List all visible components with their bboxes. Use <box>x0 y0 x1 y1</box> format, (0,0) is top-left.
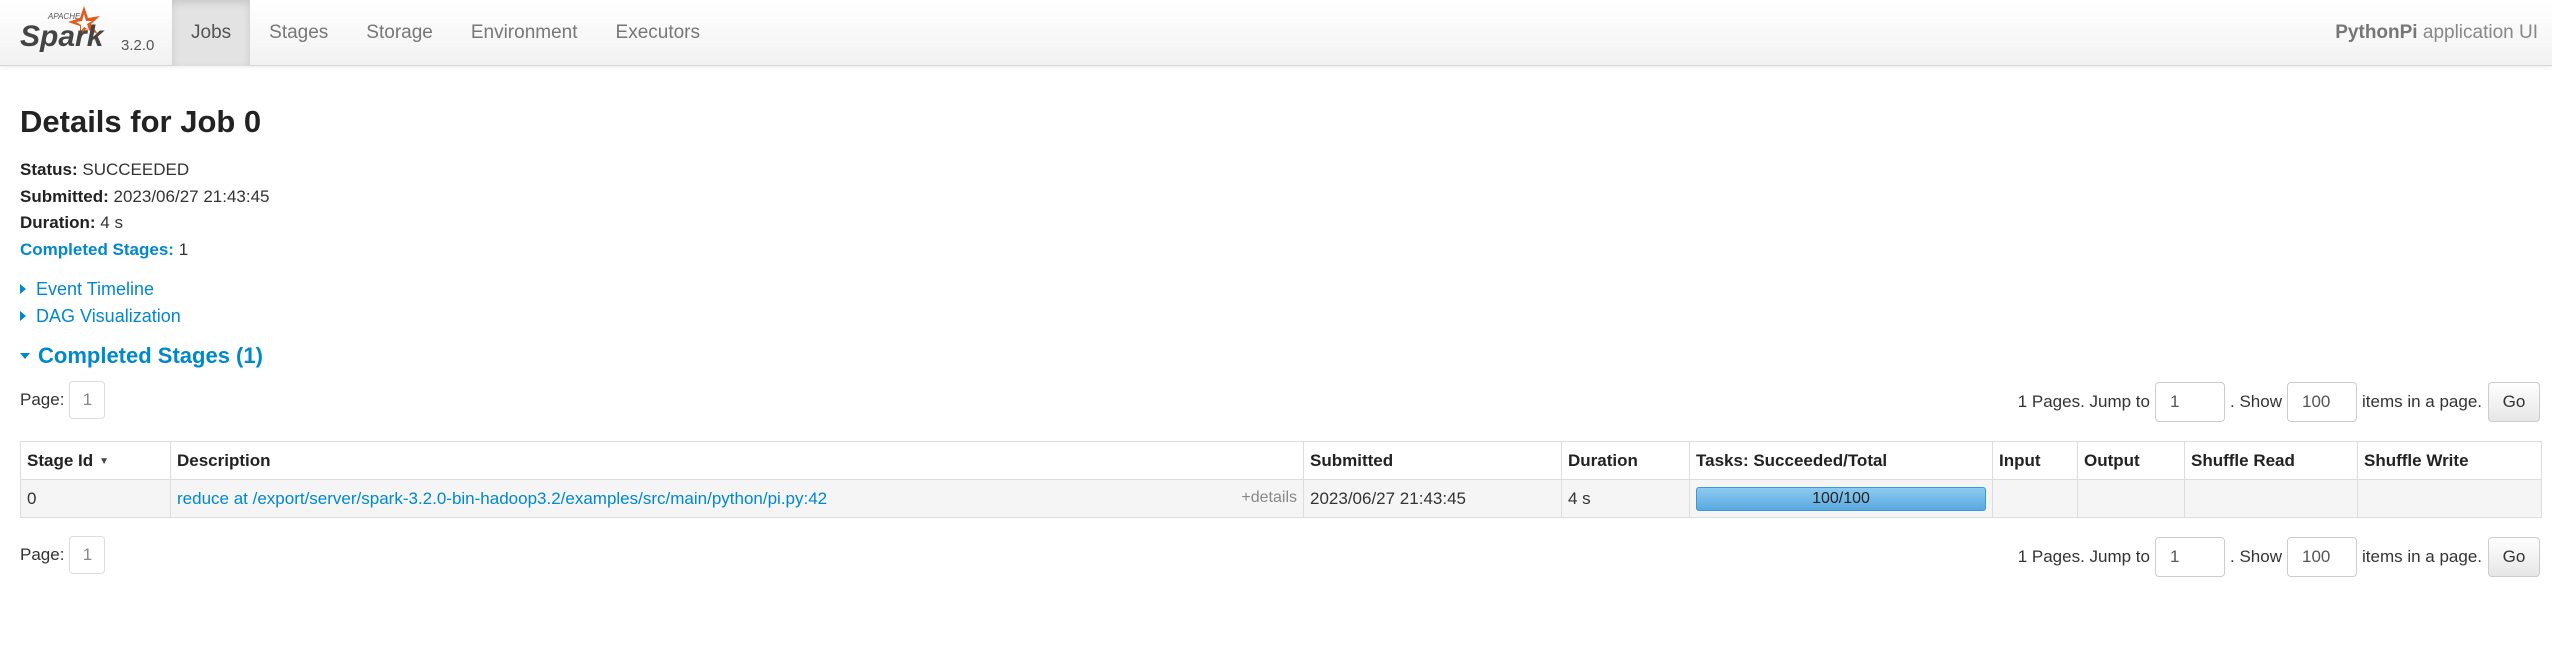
table-row: 0 reduce at /export/server/spark-3.2.0-b… <box>20 479 2542 518</box>
header-description[interactable]: Description <box>170 441 1304 480</box>
cell-duration: 4 s <box>1561 479 1690 518</box>
tasks-progress-text: 100/100 <box>1812 489 1870 507</box>
go-button[interactable]: Go <box>2488 382 2540 422</box>
section-title: Completed Stages (1) <box>38 343 263 368</box>
items-text: items in a page. <box>2361 547 2482 566</box>
tab-executors[interactable]: Executors <box>597 0 719 66</box>
pagination-bottom: Page: 1 <box>20 536 106 574</box>
status-label: Status: <box>20 160 78 179</box>
page-1-button[interactable]: 1 <box>69 536 106 574</box>
pages-text: 1 Pages. Jump to <box>2017 392 2150 411</box>
stages-table: Stage Id ▼ Description Submitted Duration… <box>20 441 2542 518</box>
duration-line: Duration: 4 s <box>20 210 270 237</box>
duration-value: 4 s <box>100 213 123 232</box>
spark-logo[interactable]: APACHE Spark 3.2.0 <box>18 2 168 62</box>
header-duration[interactable]: Duration <box>1561 441 1690 480</box>
nav-tabs: Jobs Stages Storage Environment Executor… <box>172 0 719 66</box>
event-timeline-label: Event Timeline <box>36 279 155 299</box>
caret-right-icon <box>20 311 26 321</box>
cell-tasks: 100/100 <box>1689 479 1993 518</box>
header-stage-id-label: Stage Id <box>27 450 94 470</box>
page-controls-top: 1 Pages. Jump to 1 . Show 100 items in a… <box>2018 382 2540 422</box>
completed-stages-line: Completed Stages: 1 <box>20 237 270 264</box>
cell-input <box>1992 479 2078 518</box>
header-tasks[interactable]: Tasks: Succeeded/Total <box>1689 441 1993 480</box>
stage-description-link[interactable]: reduce at /export/server/spark-3.2.0-bin… <box>177 489 827 508</box>
completed-stages-link[interactable]: Completed Stages: <box>20 240 174 259</box>
page-size-input[interactable]: 100 <box>2286 537 2357 577</box>
page-1-button[interactable]: 1 <box>69 381 106 419</box>
header-output[interactable]: Output <box>2077 441 2185 480</box>
completed-stages-header[interactable]: Completed Stages (1) <box>20 343 263 369</box>
jump-to-page-input[interactable]: 1 <box>2155 537 2225 577</box>
header-shuffle-write[interactable]: Shuffle Write <box>2357 441 2542 480</box>
cell-output <box>2077 479 2185 518</box>
tab-stages[interactable]: Stages <box>250 0 347 66</box>
header-submitted[interactable]: Submitted <box>1303 441 1562 480</box>
table-header-row: Stage Id ▼ Description Submitted Duration… <box>20 441 2542 480</box>
application-name: PythonPi application UI <box>2335 0 2538 66</box>
page-label: Page: <box>20 545 65 564</box>
caret-right-icon <box>20 284 26 294</box>
page-size-input[interactable]: 100 <box>2286 382 2357 422</box>
event-timeline-toggle[interactable]: Event Timeline <box>20 279 154 300</box>
cell-shuffle-read <box>2184 479 2358 518</box>
job-summary: Status: SUCCEEDED Submitted: 2023/06/27 … <box>20 157 270 263</box>
tasks-progress-bar: 100/100 <box>1696 486 1986 511</box>
cell-description: reduce at /export/server/spark-3.2.0-bin… <box>170 479 1304 518</box>
duration-label: Duration: <box>20 213 96 232</box>
dag-visualization-toggle[interactable]: DAG Visualization <box>20 306 181 327</box>
status-value: SUCCEEDED <box>82 160 190 179</box>
tab-storage[interactable]: Storage <box>347 0 452 66</box>
pagination-top: Page: 1 <box>20 381 106 419</box>
completed-stages-value: 1 <box>178 239 189 259</box>
sort-desc-icon: ▼ <box>99 455 110 467</box>
pages-text: 1 Pages. Jump to <box>2017 547 2150 566</box>
spark-version: 3.2.0 <box>121 37 155 54</box>
status-line: Status: SUCCEEDED <box>20 157 270 184</box>
show-text: . Show <box>2230 547 2282 566</box>
header-shuffle-read[interactable]: Shuffle Read <box>2184 441 2358 480</box>
spark-wordmark: Spark <box>20 20 105 53</box>
cell-shuffle-write <box>2357 479 2542 518</box>
show-text: . Show <box>2230 392 2282 411</box>
cell-stage-id: 0 <box>20 479 171 518</box>
submitted-line: Submitted: 2023/06/27 21:43:45 <box>20 184 270 211</box>
page-title: Details for Job 0 <box>20 104 262 139</box>
tab-environment[interactable]: Environment <box>452 0 597 66</box>
cell-submitted: 2023/06/27 21:43:45 <box>1303 479 1562 518</box>
submitted-label: Submitted: <box>20 186 109 206</box>
top-navbar: APACHE Spark 3.2.0 Jobs Stages Storage E… <box>0 0 2552 66</box>
app-name-suffix: application UI <box>2417 22 2538 43</box>
jump-to-page-input[interactable]: 1 <box>2155 382 2225 422</box>
go-button[interactable]: Go <box>2488 537 2540 577</box>
details-toggle[interactable]: +details <box>1241 489 1297 507</box>
header-stage-id[interactable]: Stage Id ▼ <box>20 441 171 480</box>
app-name-bold: PythonPi <box>2335 22 2418 43</box>
tab-jobs[interactable]: Jobs <box>172 0 251 66</box>
caret-down-icon <box>20 353 30 359</box>
submitted-value: 2023/06/27 21:43:45 <box>113 186 270 206</box>
page-label: Page: <box>20 390 65 409</box>
page-controls-bottom: 1 Pages. Jump to 1 . Show 100 items in a… <box>2018 537 2540 577</box>
items-text: items in a page. <box>2361 392 2482 411</box>
header-input[interactable]: Input <box>1992 441 2078 480</box>
dag-visualization-label: DAG Visualization <box>36 306 181 326</box>
spark-star-icon: APACHE Spark <box>20 6 105 53</box>
